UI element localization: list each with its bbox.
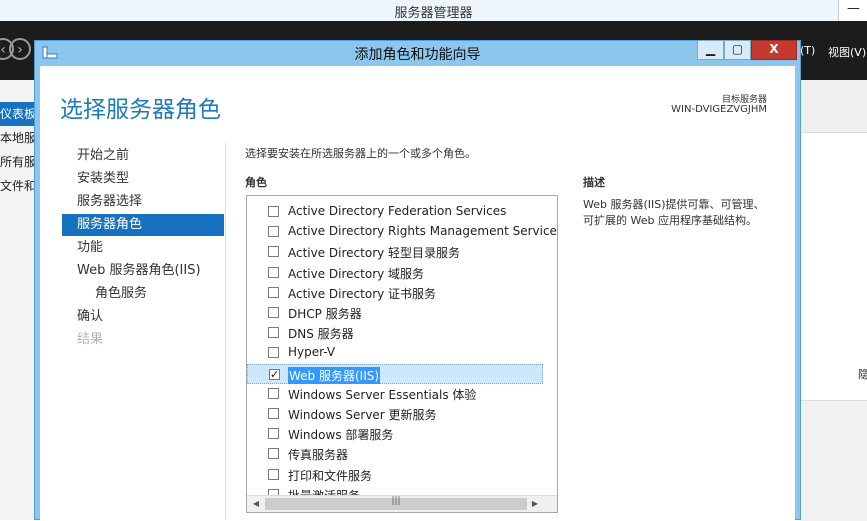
horizontal-scroll-thumb[interactable]: |||: [265, 496, 527, 510]
role-checkbox[interactable]: [268, 387, 279, 399]
nav-web-server-role[interactable]: Web 服务器角色(IIS): [62, 260, 224, 282]
role-checkbox[interactable]: [268, 347, 279, 359]
role-checkbox[interactable]: ✓: [269, 368, 280, 380]
menu-view[interactable]: 视图(V): [828, 44, 866, 60]
role-label: Active Directory 轻型目录服务: [288, 246, 461, 261]
server-manager-right-bottom: [800, 400, 867, 521]
menu-tools[interactable]: (T): [800, 44, 815, 57]
role-label: Web 服务器(IIS): [288, 366, 381, 384]
role-label: DHCP 服务器: [288, 307, 362, 321]
sidebar-item-file-storage[interactable]: 文件和: [0, 174, 38, 198]
nav-before-you-begin[interactable]: 开始之前: [62, 145, 224, 167]
role-row[interactable]: DHCP 服务器: [247, 303, 543, 323]
page-title: 选择服务器角色: [60, 97, 221, 123]
role-label: Windows Server Essentials 体验: [288, 387, 477, 402]
role-label: Active Directory Federation Services: [288, 204, 507, 218]
role-row[interactable]: Hyper-V: [247, 343, 543, 363]
role-label: Active Directory 证书服务: [288, 286, 437, 301]
role-label: Active Directory 域服务: [288, 266, 425, 281]
instruction-text: 选择要安装在所选服务器上的一个或多个角色。: [245, 147, 476, 160]
role-label: Windows 部署服务: [288, 428, 394, 443]
role-label: Windows Server 更新服务: [288, 408, 437, 422]
role-checkbox[interactable]: [268, 206, 279, 217]
role-checkbox[interactable]: [268, 226, 279, 238]
role-row[interactable]: 传真服务器: [247, 444, 543, 464]
role-row[interactable]: Active Directory Rights Management Servi…: [247, 222, 557, 242]
role-row[interactable]: 打印和文件服务: [247, 465, 543, 485]
nav-confirmation[interactable]: 确认: [62, 306, 224, 328]
role-label: DNS 服务器: [288, 327, 354, 342]
sidebar-item-dashboard[interactable]: 仪表板: [0, 102, 38, 126]
dialog-title: 添加角色和功能向导: [354, 47, 481, 63]
scroll-right-icon[interactable]: ▶: [528, 496, 542, 512]
role-checkbox[interactable]: [268, 266, 279, 278]
minimize-icon: ▁: [705, 42, 716, 56]
role-row[interactable]: Windows Server 更新服务: [247, 404, 543, 424]
role-checkbox[interactable]: [268, 246, 279, 258]
server-manager-minimize-button[interactable]: —: [838, 0, 867, 21]
description-text: Web 服务器(IIS)提供可靠、可管理、可扩展的 Web 应用程序基础结构。: [583, 198, 765, 227]
role-checkbox[interactable]: [268, 468, 279, 480]
server-manager-title: 服务器管理器: [394, 6, 473, 21]
roles-heading: 角色: [245, 176, 267, 189]
role-checkbox[interactable]: [268, 448, 279, 460]
nav-features[interactable]: 功能: [62, 237, 224, 259]
role-checkbox[interactable]: [268, 428, 279, 440]
role-checkbox[interactable]: [268, 307, 279, 318]
forward-arrow-icon[interactable]: ›: [9, 38, 31, 60]
role-label: 传真服务器: [288, 448, 349, 463]
role-row[interactable]: Active Directory 轻型目录服务: [247, 242, 543, 262]
role-label: Hyper-V: [288, 345, 336, 360]
role-row[interactable]: ✓ Web 服务器(IIS): [247, 363, 543, 384]
nav-results: 结果: [77, 332, 104, 347]
close-icon: X: [769, 42, 779, 56]
description-heading: 描述: [583, 176, 605, 189]
nav-server-roles[interactable]: 服务器角色: [62, 214, 224, 236]
nav-installation-type[interactable]: 安装类型: [62, 168, 224, 190]
maximize-button[interactable]: ▢: [724, 40, 751, 60]
target-server-name: WIN-DVIGEZVGJHM: [671, 104, 767, 115]
server-manager-right-panel: [800, 80, 867, 133]
role-row[interactable]: Windows 部署服务: [247, 424, 543, 444]
role-checkbox[interactable]: [268, 408, 279, 419]
maximize-icon: ▢: [731, 42, 744, 56]
horizontal-scrollbar[interactable]: ◀ ||| ▶: [247, 495, 557, 512]
nav-role-services[interactable]: 角色服务: [62, 283, 224, 305]
role-row[interactable]: Active Directory Federation Services: [247, 202, 543, 222]
sidebar-item-all-servers[interactable]: 所有服: [0, 150, 38, 174]
role-checkbox[interactable]: [268, 286, 279, 298]
nav-server-selection[interactable]: 服务器选择: [62, 191, 224, 213]
role-row[interactable]: Windows Server Essentials 体验: [247, 384, 543, 404]
close-button[interactable]: X: [751, 40, 797, 60]
scroll-left-icon[interactable]: ◀: [249, 496, 263, 512]
role-label: 打印和文件服务: [288, 468, 373, 483]
role-row[interactable]: DNS 服务器: [247, 323, 543, 343]
role-label: Active Directory Rights Management Servi…: [288, 224, 558, 239]
role-row[interactable]: Active Directory 证书服务: [247, 283, 543, 303]
minimize-button[interactable]: ▁: [697, 40, 724, 60]
role-row[interactable]: Active Directory 域服务: [247, 263, 543, 283]
roles-list[interactable]: Active Directory Federation Services Acti…: [246, 195, 558, 513]
hide-link-fragment[interactable]: 隐: [858, 366, 867, 382]
role-checkbox[interactable]: [268, 327, 279, 339]
scroll-grip-icon: |||: [391, 496, 401, 506]
nav-divider: [225, 143, 226, 520]
sidebar-item-local-server[interactable]: 本地服: [0, 126, 38, 150]
